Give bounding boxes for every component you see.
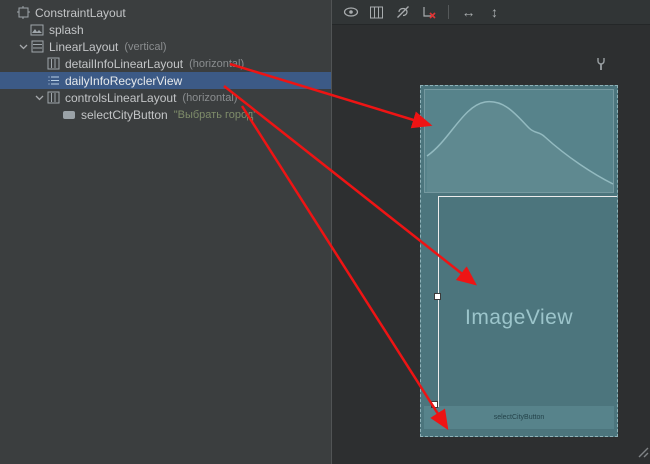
selection-handle-bottom-left[interactable]	[431, 401, 438, 408]
imageview-placeholder-label: ImageView	[421, 306, 617, 330]
design-toolbar: ↔ ↕	[332, 0, 650, 25]
selection-edge-top	[438, 196, 617, 197]
tree-item-label: LinearLayout	[49, 40, 118, 54]
window-resize-grip[interactable]	[635, 444, 649, 463]
tree-item-selectcitybutton[interactable]: selectCityButton "Выбрать город"	[0, 106, 331, 123]
tree-item-controlslinearlayout[interactable]: controlsLinearLayout (horizontal)	[0, 89, 331, 106]
selection-edge-left	[438, 196, 439, 407]
recyclerview-icon	[45, 74, 61, 87]
render-wrench-icon[interactable]	[595, 57, 607, 76]
clear-constraints-icon[interactable]	[420, 4, 437, 21]
tree-item-meta: (horizontal)	[182, 92, 237, 104]
selection-handle-left[interactable]	[434, 293, 441, 300]
design-surface-panel: ↔ ↕ ImageView selectCityButton	[332, 0, 650, 464]
select-city-button-preview[interactable]: selectCityButton	[494, 414, 545, 421]
grid-columns-icon[interactable]	[368, 4, 385, 21]
controls-bar[interactable]: selectCityButton	[424, 406, 614, 429]
disable-autoconnect-icon[interactable]	[394, 4, 411, 21]
imageview-icon	[29, 24, 45, 36]
linearlayout-horizontal-icon	[45, 57, 61, 70]
tree-item-meta: (horizontal)	[189, 58, 244, 70]
tree-item-label: detailInfoLinearLayout	[65, 57, 183, 71]
tree-item-label: ConstraintLayout	[35, 6, 126, 20]
button-icon	[61, 110, 77, 120]
chevron-down-icon[interactable]	[17, 44, 29, 50]
tree-item-detailinfolinearlayout[interactable]: detailInfoLinearLayout (horizontal)	[0, 55, 331, 72]
tree-item-label: controlsLinearLayout	[65, 91, 176, 105]
toolbar-separator	[448, 5, 449, 19]
weather-curve-graphic	[425, 90, 615, 192]
tree-item-constraintlayout[interactable]: ConstraintLayout	[0, 4, 331, 21]
layout-preview[interactable]: ImageView selectCityButton	[420, 85, 618, 437]
swap-horizontal-icon[interactable]: ↔	[460, 4, 477, 21]
tree-item-label: splash	[49, 23, 84, 37]
view-options-icon[interactable]	[342, 4, 359, 21]
tree-item-splash[interactable]: splash	[0, 21, 331, 38]
tree-item-label: selectCityButton	[81, 108, 168, 122]
tree-item-linearlayout[interactable]: LinearLayout (vertical)	[0, 38, 331, 55]
tree-item-dailyinforecyclerview[interactable]: dailyInfoRecyclerView	[0, 72, 331, 89]
detail-info-chart-area[interactable]	[424, 89, 614, 193]
tree-item-meta: (vertical)	[124, 41, 166, 53]
linearlayout-horizontal-icon	[45, 91, 61, 104]
component-tree-panel: ConstraintLayout splash LinearLayout (ve…	[0, 0, 332, 464]
chevron-down-icon[interactable]	[33, 95, 45, 101]
linearlayout-vertical-icon	[29, 40, 45, 53]
constraint-layout-icon	[15, 6, 31, 19]
swap-vertical-icon[interactable]: ↕	[486, 4, 503, 21]
tree-item-string-value: "Выбрать город"	[174, 109, 257, 121]
tree-item-label: dailyInfoRecyclerView	[65, 74, 182, 88]
